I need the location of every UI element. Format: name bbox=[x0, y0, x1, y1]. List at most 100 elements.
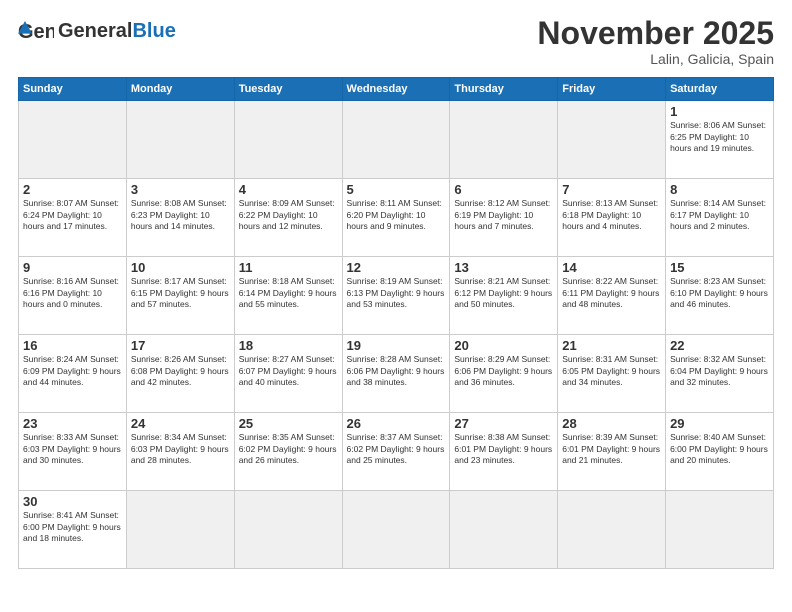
day-number: 9 bbox=[23, 260, 122, 275]
table-row bbox=[342, 101, 450, 179]
day-info: Sunrise: 8:37 AM Sunset: 6:02 PM Dayligh… bbox=[347, 432, 446, 466]
day-info: Sunrise: 8:11 AM Sunset: 6:20 PM Dayligh… bbox=[347, 198, 446, 232]
table-row: 14Sunrise: 8:22 AM Sunset: 6:11 PM Dayli… bbox=[558, 257, 666, 335]
table-row: 5Sunrise: 8:11 AM Sunset: 6:20 PM Daylig… bbox=[342, 179, 450, 257]
day-info: Sunrise: 8:35 AM Sunset: 6:02 PM Dayligh… bbox=[239, 432, 338, 466]
table-row: 30Sunrise: 8:41 AM Sunset: 6:00 PM Dayli… bbox=[19, 491, 127, 569]
location-title: Lalin, Galicia, Spain bbox=[537, 51, 774, 67]
table-row: 24Sunrise: 8:34 AM Sunset: 6:03 PM Dayli… bbox=[126, 413, 234, 491]
table-row: 25Sunrise: 8:35 AM Sunset: 6:02 PM Dayli… bbox=[234, 413, 342, 491]
day-info: Sunrise: 8:39 AM Sunset: 6:01 PM Dayligh… bbox=[562, 432, 661, 466]
table-row: 9Sunrise: 8:16 AM Sunset: 6:16 PM Daylig… bbox=[19, 257, 127, 335]
table-row bbox=[450, 491, 558, 569]
calendar-header-row: Sunday Monday Tuesday Wednesday Thursday… bbox=[19, 78, 774, 101]
day-info: Sunrise: 8:22 AM Sunset: 6:11 PM Dayligh… bbox=[562, 276, 661, 310]
day-info: Sunrise: 8:32 AM Sunset: 6:04 PM Dayligh… bbox=[670, 354, 769, 388]
logo: General GeneralBlue bbox=[18, 16, 176, 46]
table-row bbox=[450, 101, 558, 179]
day-info: Sunrise: 8:06 AM Sunset: 6:25 PM Dayligh… bbox=[670, 120, 769, 154]
day-number: 22 bbox=[670, 338, 769, 353]
calendar-week-row: 1Sunrise: 8:06 AM Sunset: 6:25 PM Daylig… bbox=[19, 101, 774, 179]
day-info: Sunrise: 8:23 AM Sunset: 6:10 PM Dayligh… bbox=[670, 276, 769, 310]
day-info: Sunrise: 8:14 AM Sunset: 6:17 PM Dayligh… bbox=[670, 198, 769, 232]
day-info: Sunrise: 8:33 AM Sunset: 6:03 PM Dayligh… bbox=[23, 432, 122, 466]
table-row bbox=[234, 101, 342, 179]
table-row bbox=[558, 101, 666, 179]
table-row: 3Sunrise: 8:08 AM Sunset: 6:23 PM Daylig… bbox=[126, 179, 234, 257]
table-row: 26Sunrise: 8:37 AM Sunset: 6:02 PM Dayli… bbox=[342, 413, 450, 491]
day-info: Sunrise: 8:13 AM Sunset: 6:18 PM Dayligh… bbox=[562, 198, 661, 232]
day-info: Sunrise: 8:34 AM Sunset: 6:03 PM Dayligh… bbox=[131, 432, 230, 466]
logo-text: GeneralBlue bbox=[58, 21, 176, 41]
table-row bbox=[126, 491, 234, 569]
day-info: Sunrise: 8:21 AM Sunset: 6:12 PM Dayligh… bbox=[454, 276, 553, 310]
table-row bbox=[126, 101, 234, 179]
table-row: 29Sunrise: 8:40 AM Sunset: 6:00 PM Dayli… bbox=[666, 413, 774, 491]
day-number: 18 bbox=[239, 338, 338, 353]
day-number: 13 bbox=[454, 260, 553, 275]
table-row: 27Sunrise: 8:38 AM Sunset: 6:01 PM Dayli… bbox=[450, 413, 558, 491]
day-number: 23 bbox=[23, 416, 122, 431]
day-number: 27 bbox=[454, 416, 553, 431]
table-row: 16Sunrise: 8:24 AM Sunset: 6:09 PM Dayli… bbox=[19, 335, 127, 413]
logo-icon: General bbox=[18, 16, 54, 46]
day-info: Sunrise: 8:19 AM Sunset: 6:13 PM Dayligh… bbox=[347, 276, 446, 310]
table-row bbox=[234, 491, 342, 569]
day-number: 16 bbox=[23, 338, 122, 353]
table-row: 12Sunrise: 8:19 AM Sunset: 6:13 PM Dayli… bbox=[342, 257, 450, 335]
calendar-week-row: 23Sunrise: 8:33 AM Sunset: 6:03 PM Dayli… bbox=[19, 413, 774, 491]
page: General GeneralBlue November 2025 Lalin,… bbox=[0, 0, 792, 612]
table-row: 11Sunrise: 8:18 AM Sunset: 6:14 PM Dayli… bbox=[234, 257, 342, 335]
table-row: 23Sunrise: 8:33 AM Sunset: 6:03 PM Dayli… bbox=[19, 413, 127, 491]
day-number: 25 bbox=[239, 416, 338, 431]
calendar-week-row: 30Sunrise: 8:41 AM Sunset: 6:00 PM Dayli… bbox=[19, 491, 774, 569]
day-number: 12 bbox=[347, 260, 446, 275]
day-number: 20 bbox=[454, 338, 553, 353]
day-info: Sunrise: 8:38 AM Sunset: 6:01 PM Dayligh… bbox=[454, 432, 553, 466]
day-number: 11 bbox=[239, 260, 338, 275]
day-info: Sunrise: 8:08 AM Sunset: 6:23 PM Dayligh… bbox=[131, 198, 230, 232]
day-info: Sunrise: 8:29 AM Sunset: 6:06 PM Dayligh… bbox=[454, 354, 553, 388]
logo-blue: Blue bbox=[132, 20, 175, 42]
day-number: 15 bbox=[670, 260, 769, 275]
day-info: Sunrise: 8:24 AM Sunset: 6:09 PM Dayligh… bbox=[23, 354, 122, 388]
table-row: 7Sunrise: 8:13 AM Sunset: 6:18 PM Daylig… bbox=[558, 179, 666, 257]
day-number: 6 bbox=[454, 182, 553, 197]
title-block: November 2025 Lalin, Galicia, Spain bbox=[537, 16, 774, 67]
table-row: 1Sunrise: 8:06 AM Sunset: 6:25 PM Daylig… bbox=[666, 101, 774, 179]
table-row: 22Sunrise: 8:32 AM Sunset: 6:04 PM Dayli… bbox=[666, 335, 774, 413]
day-number: 30 bbox=[23, 494, 122, 509]
table-row bbox=[666, 491, 774, 569]
table-row: 4Sunrise: 8:09 AM Sunset: 6:22 PM Daylig… bbox=[234, 179, 342, 257]
day-number: 21 bbox=[562, 338, 661, 353]
header: General GeneralBlue November 2025 Lalin,… bbox=[18, 16, 774, 67]
day-number: 24 bbox=[131, 416, 230, 431]
day-info: Sunrise: 8:18 AM Sunset: 6:14 PM Dayligh… bbox=[239, 276, 338, 310]
day-info: Sunrise: 8:40 AM Sunset: 6:00 PM Dayligh… bbox=[670, 432, 769, 466]
day-number: 1 bbox=[670, 104, 769, 119]
table-row: 21Sunrise: 8:31 AM Sunset: 6:05 PM Dayli… bbox=[558, 335, 666, 413]
day-number: 8 bbox=[670, 182, 769, 197]
table-row: 6Sunrise: 8:12 AM Sunset: 6:19 PM Daylig… bbox=[450, 179, 558, 257]
day-info: Sunrise: 8:12 AM Sunset: 6:19 PM Dayligh… bbox=[454, 198, 553, 232]
day-number: 4 bbox=[239, 182, 338, 197]
table-row: 28Sunrise: 8:39 AM Sunset: 6:01 PM Dayli… bbox=[558, 413, 666, 491]
col-thursday: Thursday bbox=[450, 78, 558, 101]
calendar: Sunday Monday Tuesday Wednesday Thursday… bbox=[18, 77, 774, 569]
calendar-week-row: 9Sunrise: 8:16 AM Sunset: 6:16 PM Daylig… bbox=[19, 257, 774, 335]
day-info: Sunrise: 8:27 AM Sunset: 6:07 PM Dayligh… bbox=[239, 354, 338, 388]
day-number: 5 bbox=[347, 182, 446, 197]
day-number: 26 bbox=[347, 416, 446, 431]
day-info: Sunrise: 8:07 AM Sunset: 6:24 PM Dayligh… bbox=[23, 198, 122, 232]
day-number: 14 bbox=[562, 260, 661, 275]
day-number: 19 bbox=[347, 338, 446, 353]
day-info: Sunrise: 8:31 AM Sunset: 6:05 PM Dayligh… bbox=[562, 354, 661, 388]
calendar-week-row: 16Sunrise: 8:24 AM Sunset: 6:09 PM Dayli… bbox=[19, 335, 774, 413]
table-row: 17Sunrise: 8:26 AM Sunset: 6:08 PM Dayli… bbox=[126, 335, 234, 413]
table-row bbox=[342, 491, 450, 569]
table-row: 2Sunrise: 8:07 AM Sunset: 6:24 PM Daylig… bbox=[19, 179, 127, 257]
day-info: Sunrise: 8:09 AM Sunset: 6:22 PM Dayligh… bbox=[239, 198, 338, 232]
calendar-week-row: 2Sunrise: 8:07 AM Sunset: 6:24 PM Daylig… bbox=[19, 179, 774, 257]
table-row bbox=[19, 101, 127, 179]
day-number: 3 bbox=[131, 182, 230, 197]
